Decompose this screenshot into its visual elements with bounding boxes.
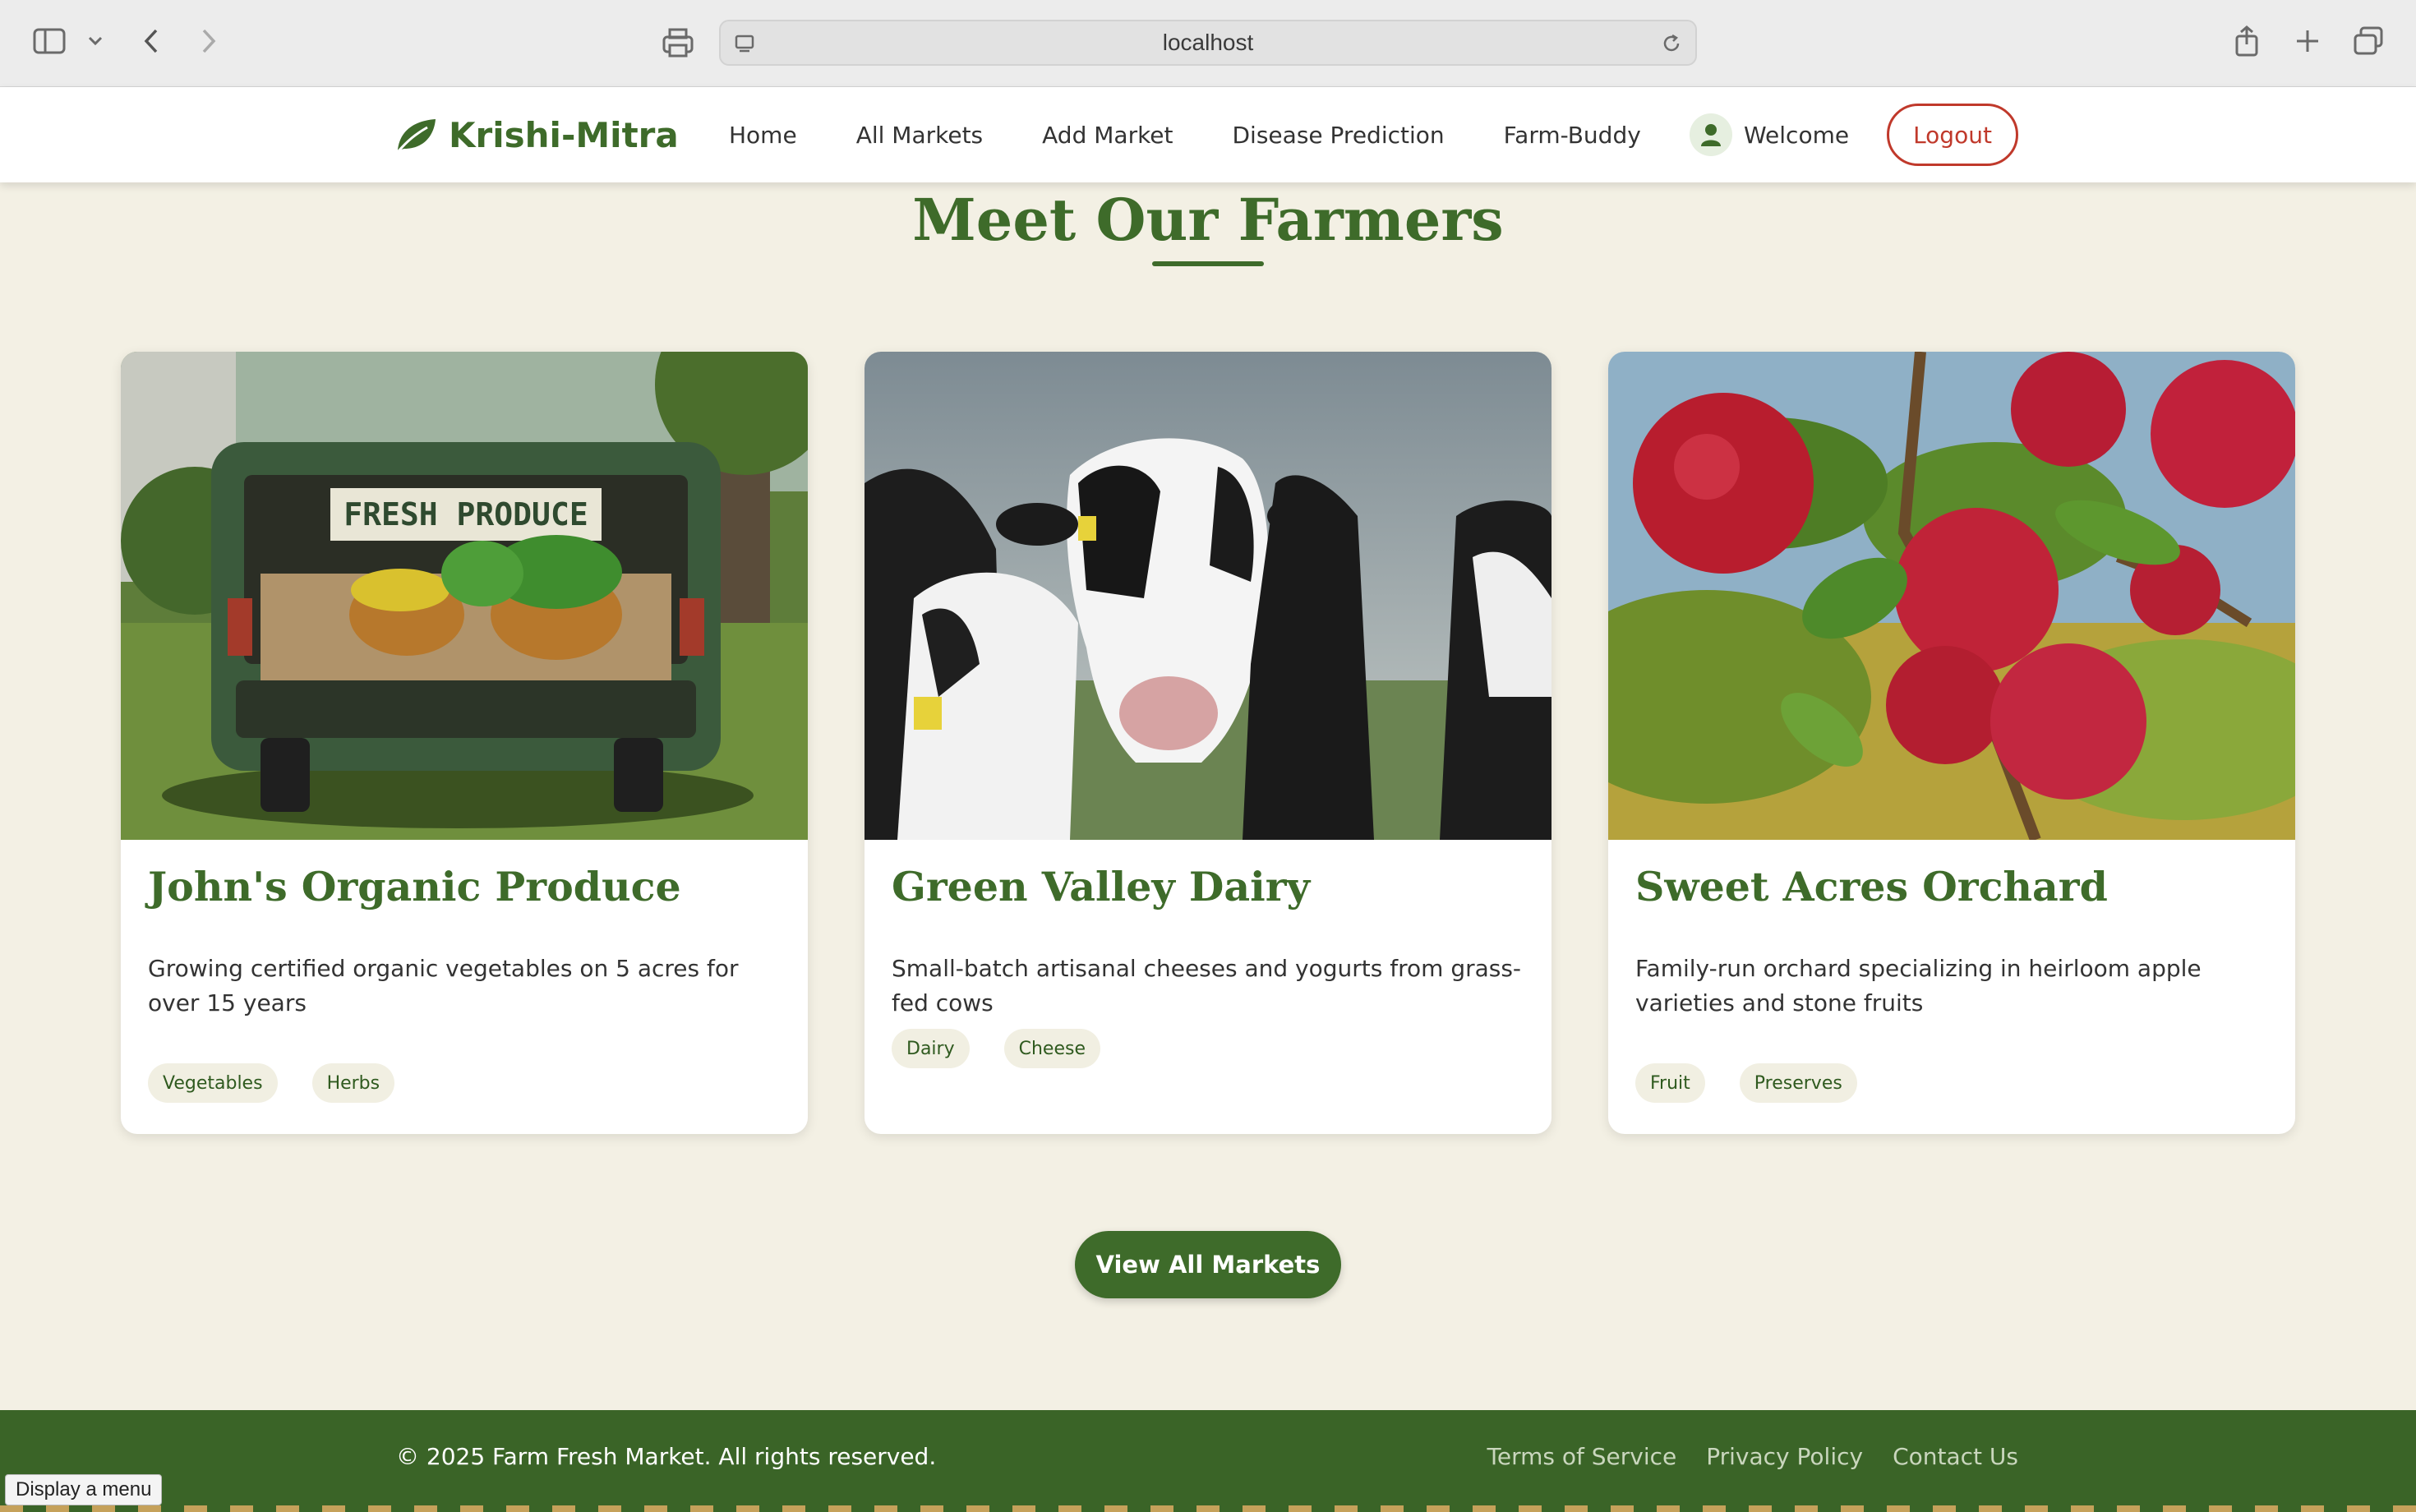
site-footer: © 2025 Farm Fresh Market. All rights res… [0, 1410, 2416, 1512]
farmer-image-produce-truck: FRESH PRODUCE [121, 352, 808, 840]
tag-fruit[interactable]: Fruit [1635, 1063, 1705, 1103]
tag-dairy[interactable]: Dairy [892, 1029, 970, 1068]
farmer-card[interactable]: Green Valley Dairy Small-batch artisanal… [865, 352, 1551, 1134]
tab-overview-icon[interactable] [2350, 25, 2386, 58]
nav-link-add-market[interactable]: Add Market [1042, 122, 1173, 149]
footer-link-contact[interactable]: Contact Us [1893, 1443, 2018, 1470]
tag-herbs[interactable]: Herbs [311, 1063, 395, 1103]
brand-logo[interactable]: Krishi-Mitra [394, 112, 679, 158]
welcome-text: Welcome [1744, 121, 1850, 149]
url-text: localhost [1162, 30, 1254, 55]
site-settings-icon[interactable] [732, 31, 757, 56]
section-title: Meet Our Farmers [912, 186, 1504, 254]
address-bar[interactable]: localhost [719, 20, 1697, 66]
farmer-description: Small-batch artisanal cheeses and yogurt… [892, 955, 1522, 1016]
nav-link-home[interactable]: Home [729, 122, 797, 149]
footer-border-stripe [0, 1505, 2416, 1512]
footer-link-privacy[interactable]: Privacy Policy [1706, 1443, 1863, 1470]
farmer-card[interactable]: FRESH PRODUCE John's Organic Produce Gro… [121, 352, 808, 1134]
back-icon[interactable] [136, 25, 166, 58]
farmer-description: Family-run orchard specializing in heirl… [1635, 955, 2202, 1016]
title-underline [1152, 261, 1264, 266]
farmer-tags: Fruit Preserves [1635, 1063, 1857, 1103]
footer-link-terms[interactable]: Terms of Service [1487, 1443, 1677, 1470]
farmer-tags: Dairy Cheese [892, 1029, 1100, 1068]
farmer-description: Growing certified organic vegetables on … [148, 955, 739, 1016]
user-menu[interactable]: Welcome [1690, 112, 1849, 158]
tag-preserves[interactable]: Preserves [1739, 1063, 1857, 1103]
forward-icon[interactable] [194, 25, 224, 58]
farmer-name[interactable]: Sweet Acres Orchard [1635, 863, 2108, 910]
farmer-tags: Vegetables Herbs [148, 1063, 395, 1103]
share-icon[interactable] [2230, 21, 2263, 61]
footer-links: Terms of Service Privacy Policy Contact … [1487, 1443, 2018, 1470]
user-icon [1690, 113, 1732, 156]
nav-links: Home All Markets Add Market Disease Pred… [729, 112, 1641, 158]
chevron-down-icon[interactable] [84, 30, 107, 53]
nav-link-farm-buddy[interactable]: Farm-Buddy [1504, 122, 1641, 149]
brand-name: Krishi-Mitra [449, 114, 679, 155]
copyright-text: © 2025 Farm Fresh Market. All rights res… [396, 1443, 937, 1470]
tooltip: Display a menu [5, 1474, 163, 1505]
sidebar-toggle-icon[interactable] [31, 25, 67, 58]
tag-vegetables[interactable]: Vegetables [148, 1063, 278, 1103]
logout-button[interactable]: Logout [1887, 104, 2018, 166]
view-all-markets-button[interactable]: View All Markets [1075, 1231, 1341, 1298]
new-tab-icon[interactable] [2291, 25, 2324, 58]
farmer-name[interactable]: John's Organic Produce [148, 863, 681, 910]
farmer-image-dairy-cows [865, 352, 1551, 840]
leaf-icon [396, 119, 436, 153]
reload-icon[interactable] [1659, 31, 1684, 56]
farmer-name[interactable]: Green Valley Dairy [892, 863, 1310, 910]
print-icon[interactable] [659, 25, 697, 61]
farmer-card[interactable]: Sweet Acres Orchard Family-run orchard s… [1608, 352, 2295, 1134]
tag-cheese[interactable]: Cheese [1003, 1029, 1100, 1068]
fresh-produce-sign: FRESH PRODUCE [343, 496, 588, 532]
farmer-image-apple-orchard [1608, 352, 2295, 840]
nav-link-disease-prediction[interactable]: Disease Prediction [1233, 122, 1445, 149]
site-navbar: Krishi-Mitra Home All Markets Add Market… [0, 87, 2416, 182]
browser-toolbar: localhost [0, 0, 2416, 87]
nav-link-all-markets[interactable]: All Markets [856, 122, 983, 149]
